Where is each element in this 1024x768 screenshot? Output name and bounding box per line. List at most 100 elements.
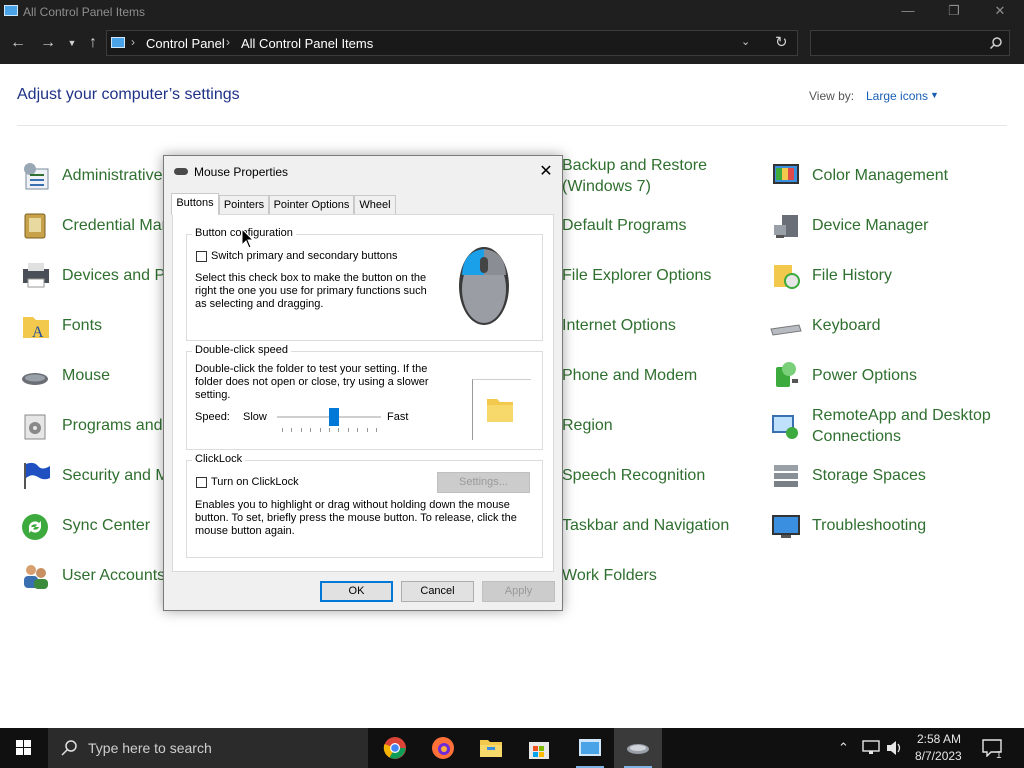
windows-start-icon[interactable] xyxy=(0,728,48,768)
cp-item-remoteapp[interactable]: RemoteApp and Desktop Connections xyxy=(770,407,1010,447)
cp-item-label: Programs and xyxy=(62,417,163,434)
cp-item-label: Mouse xyxy=(62,367,111,384)
cp-item-label: Storage Spaces xyxy=(812,467,926,484)
navigation-bar: ← → ▼ ↑ › Control Panel › All Control Pa… xyxy=(0,23,1024,64)
back-arrow-icon[interactable]: ← xyxy=(7,31,29,55)
test-folder-area[interactable] xyxy=(472,379,531,440)
cp-item-label: Speech Recognition xyxy=(562,467,706,484)
double-click-desc-2: folder does not open or close, try using… xyxy=(195,376,429,388)
group-title: ClickLock xyxy=(192,453,246,465)
cp-item-label: Device Manager xyxy=(812,217,929,234)
file-explorer-icon xyxy=(480,740,502,757)
cp-item-programs-and-features[interactable]: Programs and xyxy=(20,407,165,447)
restore-button[interactable]: ❐ xyxy=(931,0,977,23)
close-window-button[interactable]: ✕ xyxy=(977,0,1023,23)
store-icon xyxy=(529,742,549,759)
tab-pointer-options[interactable]: Pointer Options xyxy=(269,195,354,214)
show-hidden-icons-chevron-icon[interactable]: ⌃ xyxy=(838,740,849,756)
refresh-icon[interactable]: ↻ xyxy=(775,33,788,51)
cp-item-power-options[interactable]: Power Options xyxy=(770,357,1010,397)
mouse-icon xyxy=(22,373,48,385)
cp-item-label: Taskbar and Navigation xyxy=(562,517,730,534)
clock-time[interactable]: 2:58 AM xyxy=(917,732,961,746)
search-icon xyxy=(61,740,77,756)
tab-wheel[interactable]: Wheel xyxy=(354,195,396,214)
taskbar-chrome[interactable] xyxy=(371,728,419,768)
cp-item-user-accounts[interactable]: User Accounts xyxy=(20,557,165,597)
ok-button[interactable]: OK xyxy=(320,581,393,602)
keyboard-icon xyxy=(770,324,802,336)
slider-tick xyxy=(329,428,330,432)
cp-item-label-line-1: RemoteApp and Desktop xyxy=(812,407,991,424)
cp-item-sync-center[interactable]: Sync Center xyxy=(20,507,165,547)
cp-item-color-management[interactable]: Color Management xyxy=(770,157,1010,197)
clicklock-checkbox[interactable] xyxy=(196,477,207,488)
taskbar-microsoft-store[interactable] xyxy=(515,728,563,768)
breadcrumb-all-items[interactable]: All Control Panel Items xyxy=(241,36,373,51)
mouse-properties-dialog: Mouse Properties ✕ Buttons Pointers Poin… xyxy=(163,155,563,611)
address-dropdown-icon[interactable]: ⌄ xyxy=(741,35,750,48)
minimize-button[interactable]: — xyxy=(885,0,931,23)
tab-buttons[interactable]: Buttons xyxy=(171,193,219,215)
tab-pointers[interactable]: Pointers xyxy=(219,195,269,214)
slider-thumb[interactable] xyxy=(328,408,339,426)
clock-date[interactable]: 8/7/2023 xyxy=(915,749,962,763)
clicklock-label[interactable]: Turn on ClickLock xyxy=(211,476,299,489)
switch-buttons-checkbox[interactable] xyxy=(196,251,207,262)
taskbar-firefox[interactable] xyxy=(419,728,467,768)
file-history-icon xyxy=(774,265,800,289)
up-arrow-icon[interactable]: ↑ xyxy=(82,31,104,55)
breadcrumb-control-panel[interactable]: Control Panel xyxy=(146,36,225,51)
clicklock-settings-button[interactable]: Settings... xyxy=(437,472,530,493)
cp-item-security-and-maintenance[interactable]: Security and M xyxy=(20,457,169,497)
cp-item-label: Power Options xyxy=(812,367,917,384)
double-click-speed-slider[interactable] xyxy=(277,408,381,438)
cp-item-file-history[interactable]: File History xyxy=(770,257,1010,297)
color-management-icon xyxy=(773,164,799,184)
slider-tick xyxy=(310,428,312,432)
cp-item-label: Color Management xyxy=(812,167,949,184)
cp-item-label: Work Folders xyxy=(562,567,657,584)
taskbar-mouse-properties[interactable] xyxy=(614,728,662,768)
address-field[interactable]: › Control Panel › All Control Panel Item… xyxy=(106,30,798,56)
control-panel-small-icon xyxy=(111,37,125,48)
recent-locations-chevron-icon[interactable]: ▼ xyxy=(61,31,83,55)
cp-item-keyboard[interactable]: Keyboard xyxy=(770,307,1010,347)
search-icon xyxy=(989,37,1002,50)
cp-item-device-manager[interactable]: Device Manager xyxy=(770,207,1010,247)
cp-item-storage-spaces[interactable]: Storage Spaces xyxy=(770,457,1010,497)
svg-text:A: A xyxy=(32,324,44,341)
view-by-dropdown[interactable]: Large icons xyxy=(866,89,928,103)
cp-item-credential-manager[interactable]: Credential Mar xyxy=(20,207,167,247)
cp-item-administrative-tools[interactable]: Administrative xyxy=(20,157,165,197)
taskbar-control-panel[interactable] xyxy=(566,728,614,768)
cp-item-fonts[interactable]: A Fonts xyxy=(20,307,165,347)
switch-buttons-label[interactable]: Switch primary and secondary buttons xyxy=(211,250,397,263)
cp-item-label-line-1: Backup and Restore xyxy=(562,157,707,174)
clicklock-group: ClickLock Turn on ClickLock Settings... … xyxy=(186,453,543,558)
mouse-icon xyxy=(627,744,649,754)
search-control-panel-input[interactable] xyxy=(810,30,1010,56)
fast-label: Fast xyxy=(387,411,409,423)
double-click-desc-1: Double-click the folder to test your set… xyxy=(195,363,428,375)
view-by-caret-icon[interactable]: ▼ xyxy=(930,90,939,100)
apply-button[interactable]: Apply xyxy=(482,581,555,602)
slider-tick xyxy=(282,428,283,432)
cp-item-devices-and-printers[interactable]: Devices and Pr xyxy=(20,257,171,297)
taskbar-search-box[interactable]: Type here to search xyxy=(48,728,368,768)
user-accounts-icon xyxy=(24,565,48,589)
slow-label: Slow xyxy=(243,411,267,423)
cp-item-label: Internet Options xyxy=(562,317,676,334)
forward-arrow-icon[interactable]: → xyxy=(37,31,59,55)
troubleshooting-icon xyxy=(772,515,800,538)
dialog-close-button[interactable]: ✕ xyxy=(532,161,560,183)
cp-item-label: Credential Mar xyxy=(62,217,167,234)
cp-item-mouse[interactable]: Mouse xyxy=(20,357,165,397)
network-icon[interactable] xyxy=(862,740,880,756)
cp-item-troubleshooting[interactable]: Troubleshooting xyxy=(770,507,1010,547)
taskbar-file-explorer[interactable] xyxy=(467,728,515,768)
breadcrumb-separator-icon: › xyxy=(226,35,230,49)
volume-icon[interactable] xyxy=(886,740,904,756)
cancel-button[interactable]: Cancel xyxy=(401,581,474,602)
dialog-title: Mouse Properties xyxy=(194,165,289,179)
